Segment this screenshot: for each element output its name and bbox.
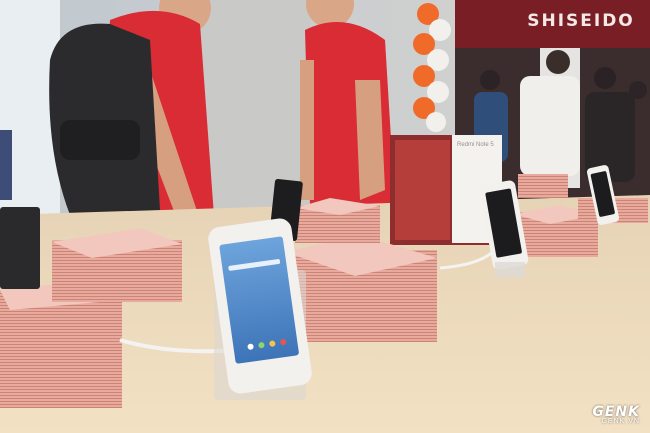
phone-dark-left — [0, 207, 40, 289]
watermark: GENK GENK.VN — [592, 404, 640, 425]
card-stack-center — [285, 235, 437, 342]
display-card-text: Redmi Note 5 — [457, 142, 494, 148]
card-stack-mid-left — [52, 228, 182, 302]
card-stack-back — [295, 198, 380, 243]
store-photo: SHISEIDO Redmi Note 5 GENK GENK.VN — [0, 0, 650, 433]
photo-illustration — [0, 0, 650, 433]
store-sign-text: SHISEIDO — [527, 11, 635, 31]
